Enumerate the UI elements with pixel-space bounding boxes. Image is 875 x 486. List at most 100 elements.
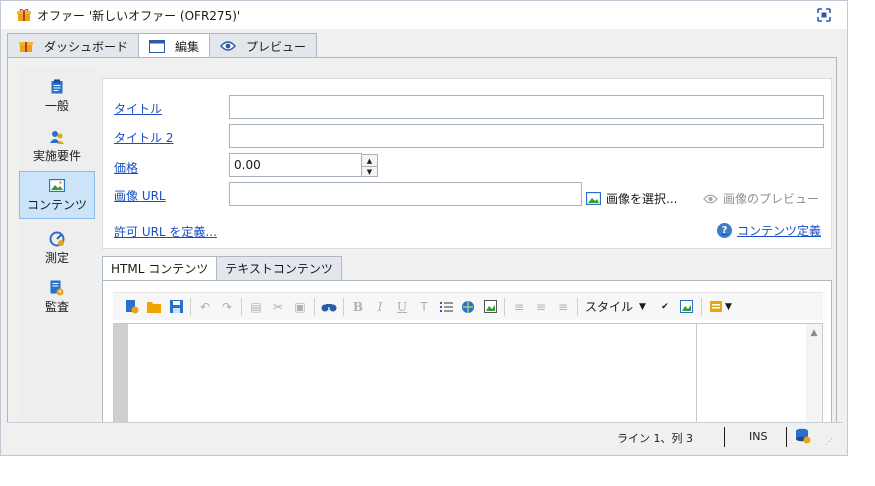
tab-label: プレビュー xyxy=(246,39,307,54)
toolbar-separator xyxy=(577,297,578,316)
sidebar-item-label: コンテンツ xyxy=(26,197,87,212)
content-definition-label: コンテンツ定義 xyxy=(736,224,821,238)
html-edit-area[interactable]: ▲ xyxy=(113,323,823,425)
content-definition-link[interactable]: ? コンテンツ定義 xyxy=(716,222,821,239)
undo-icon[interactable]: ↶ xyxy=(194,296,216,318)
content-pane: タイトル タイトル 2 価格 ▲ ▼ 画像 URL 画像を選択... xyxy=(102,78,832,425)
image-icon xyxy=(49,178,65,194)
find-icon[interactable] xyxy=(318,296,340,318)
sidebar-item-label: 監査 xyxy=(44,299,69,314)
maximize-icon[interactable] xyxy=(817,8,831,22)
price-label[interactable]: 価格 xyxy=(114,159,138,176)
clipboard-icon xyxy=(49,79,65,95)
help-icon: ? xyxy=(716,223,732,238)
edit-panel: 一般 実施要件 コンテンツ 測定 監査 タイトル タイトル 2 価格 0.00 … xyxy=(7,58,837,425)
link-icon[interactable] xyxy=(457,296,479,318)
price-input[interactable] xyxy=(229,153,362,177)
sidebar-item-eligibility[interactable]: 実施要件 xyxy=(19,122,95,170)
image-icon xyxy=(586,192,601,205)
content-form: タイトル タイトル 2 価格 ▲ ▼ 画像 URL 画像を選択... xyxy=(102,78,832,249)
tab-dashboard[interactable]: ダッシュボード xyxy=(7,33,140,58)
price-stepper[interactable]: ▲ ▼ xyxy=(361,154,378,177)
editor-gutter xyxy=(114,324,128,424)
chevron-down-icon[interactable]: ▼ xyxy=(725,302,732,312)
vertical-scrollbar[interactable]: ▲ xyxy=(806,324,822,424)
eye-icon xyxy=(703,194,718,203)
database-icon[interactable] xyxy=(795,428,811,444)
tab-label: 編集 xyxy=(175,40,200,54)
gauge-icon xyxy=(49,231,65,247)
insert-image-icon[interactable] xyxy=(479,296,501,318)
users-icon xyxy=(49,129,65,145)
toolbar-separator xyxy=(700,297,702,316)
align-left-icon[interactable]: ≡ xyxy=(508,296,530,318)
title-bar: オファー '新しいオファー (OFR275)' xyxy=(1,1,847,29)
eye-icon xyxy=(220,39,236,53)
window-icon xyxy=(149,40,166,54)
scroll-up-icon[interactable]: ▲ xyxy=(806,328,822,338)
spin-down-icon[interactable]: ▼ xyxy=(362,166,377,177)
tab-label: ダッシュボード xyxy=(44,39,129,54)
image-url-input[interactable] xyxy=(229,182,582,206)
align-center-icon[interactable]: ≡ xyxy=(530,296,552,318)
tab-edit[interactable]: 編集 xyxy=(138,33,211,59)
status-separator xyxy=(786,427,787,447)
paste-special-icon[interactable]: ▣ xyxy=(289,296,311,318)
html-editor: ↶ ↷ ▤ ✂ ▣ B I U T ≡ ≡ ≡ スタイル ▼ ✔ ▼ ▲ xyxy=(102,280,832,425)
insert-mode: INS xyxy=(749,430,768,443)
status-separator xyxy=(724,427,725,447)
chevron-down-icon[interactable]: ▼ xyxy=(639,302,646,312)
define-allowed-url-link[interactable]: 許可 URL を定義... xyxy=(114,223,217,240)
sidebar-item-label: 測定 xyxy=(44,250,69,265)
resize-grip-icon[interactable]: ⋰ xyxy=(825,437,833,446)
paste-icon[interactable]: ▤ xyxy=(245,296,267,318)
redo-icon[interactable]: ↷ xyxy=(216,296,238,318)
image-edit-icon[interactable] xyxy=(676,296,698,318)
open-folder-icon[interactable] xyxy=(143,296,165,318)
tab-html-content[interactable]: HTML コンテンツ xyxy=(102,256,218,280)
save-icon[interactable] xyxy=(165,296,187,318)
list-icon[interactable] xyxy=(435,296,457,318)
content-type-tabs: HTML コンテンツ テキストコンテンツ xyxy=(102,256,342,280)
align-right-icon[interactable]: ≡ xyxy=(552,296,574,318)
sidebar-item-label: 一般 xyxy=(44,98,69,113)
cut-icon[interactable]: ✂ xyxy=(267,296,289,318)
status-bar: ライン 1、列 3 INS ⋰ xyxy=(7,422,843,450)
gift-icon xyxy=(18,39,34,53)
preview-image-label: 画像のプレビュー xyxy=(723,192,820,206)
gift-icon xyxy=(17,8,31,21)
window: オファー '新しいオファー (OFR275)' ダッシュボード 編集 プレビュー xyxy=(0,0,848,456)
tab-text-content[interactable]: テキストコンテンツ xyxy=(216,256,342,280)
title-label[interactable]: タイトル xyxy=(114,100,162,117)
title-input[interactable] xyxy=(229,95,824,119)
sidebar-item-measurement[interactable]: 測定 xyxy=(19,224,95,272)
view-menu-icon[interactable] xyxy=(705,296,727,318)
style-dropdown[interactable]: スタイル xyxy=(581,298,639,315)
bold-icon[interactable]: B xyxy=(347,296,369,318)
title2-label[interactable]: タイトル 2 xyxy=(114,129,173,146)
toolbar-separator xyxy=(504,297,505,316)
window-title: オファー '新しいオファー (OFR275)' xyxy=(37,8,241,23)
toolbar-separator xyxy=(241,297,242,316)
audit-icon xyxy=(49,280,65,296)
select-image-button[interactable]: 画像を選択... xyxy=(586,190,677,207)
sidebar-item-general[interactable]: 一般 xyxy=(19,72,95,120)
toolbar-separator xyxy=(190,297,191,316)
image-url-label[interactable]: 画像 URL xyxy=(114,187,166,204)
text-format-icon[interactable]: T xyxy=(413,296,435,318)
underline-icon[interactable]: U xyxy=(391,296,413,318)
sidebar-item-content[interactable]: コンテンツ xyxy=(19,171,95,219)
tab-preview[interactable]: プレビュー xyxy=(209,33,318,58)
sidebar-item-label: 実施要件 xyxy=(32,148,81,163)
editor-split xyxy=(696,324,697,424)
toolbar-separator xyxy=(314,297,315,316)
spin-up-icon[interactable]: ▲ xyxy=(362,155,377,166)
select-image-label: 画像を選択... xyxy=(606,192,678,206)
title2-input[interactable] xyxy=(229,124,824,148)
sidebar-item-audit[interactable]: 監査 xyxy=(19,273,95,321)
new-icon[interactable] xyxy=(121,296,143,318)
sidebar: 一般 実施要件 コンテンツ 測定 監査 xyxy=(19,68,95,423)
italic-icon[interactable]: I xyxy=(369,296,391,318)
spellcheck-icon[interactable]: ✔ xyxy=(654,296,676,318)
preview-image-button[interactable]: 画像のプレビュー xyxy=(703,190,819,207)
